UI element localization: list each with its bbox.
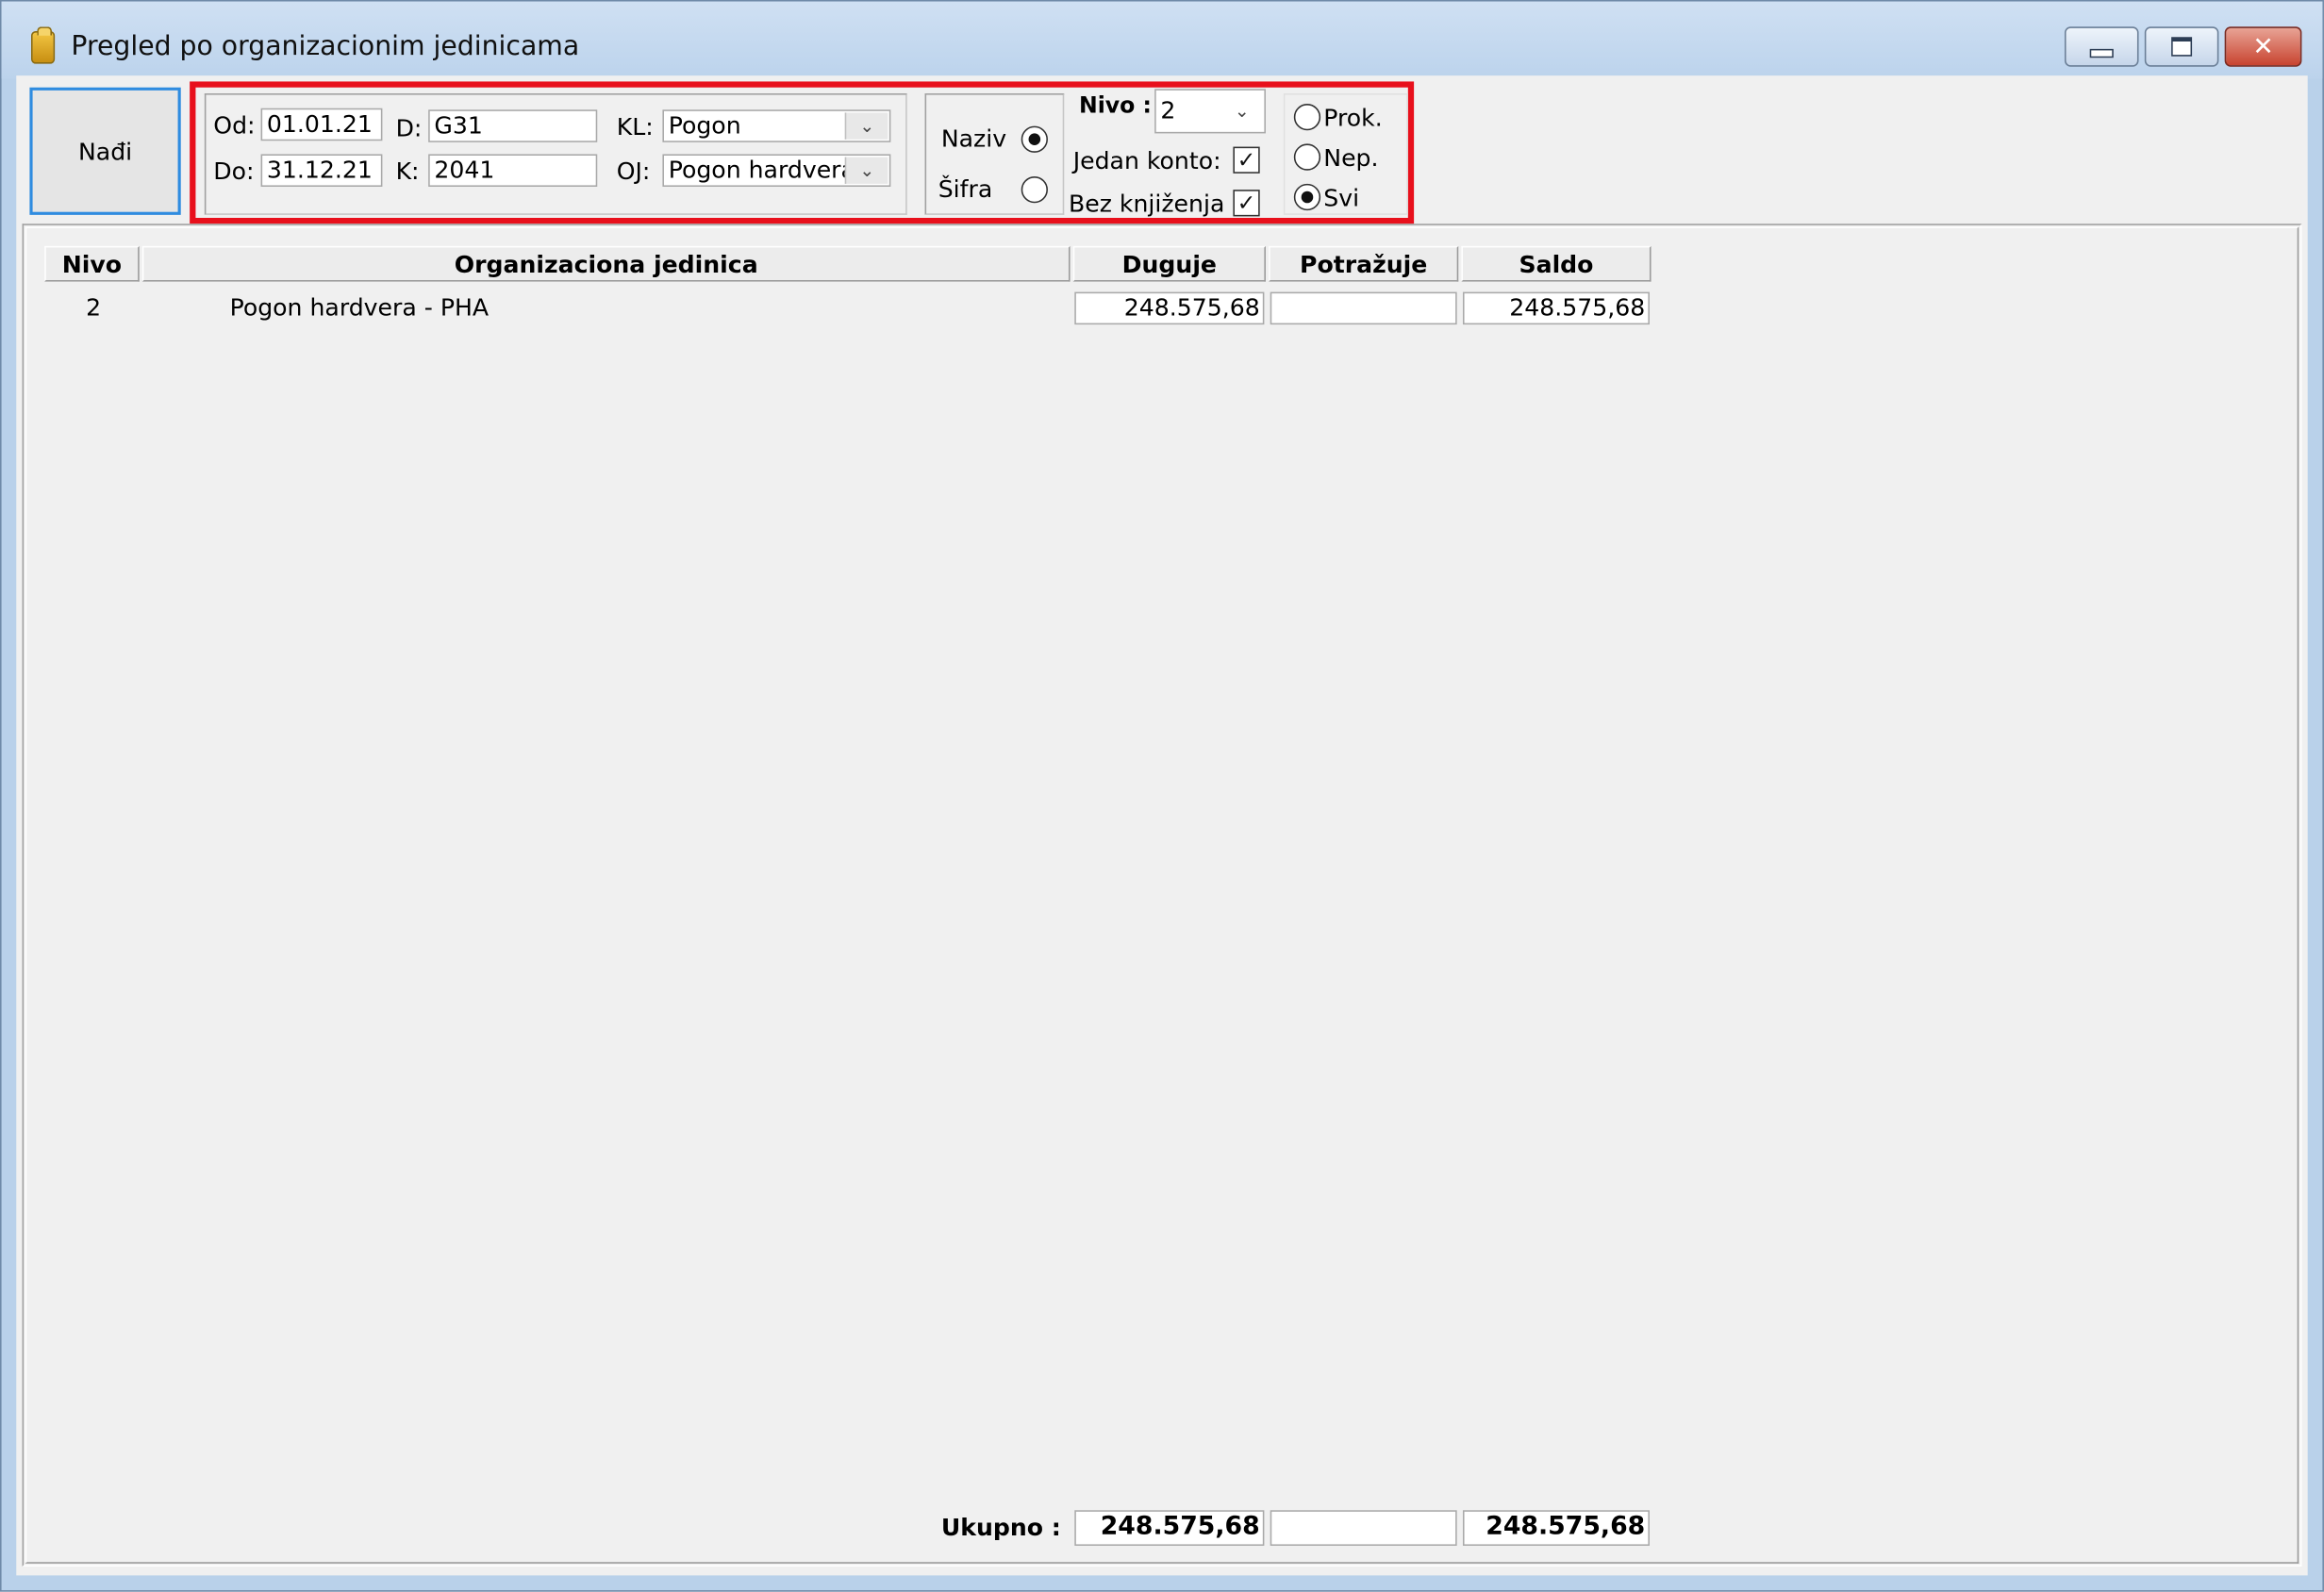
app-icon [30, 26, 56, 64]
client-area: Nađi Od: 01.01.21 Do: 31.12.21 D: G31 K:… [16, 75, 2308, 1576]
filter-highlight-frame: Od: 01.01.21 Do: 31.12.21 D: G31 K: 2041… [190, 81, 1415, 224]
column-header-jedinica[interactable]: Organizaciona jedinica [141, 245, 1071, 282]
results-grid: Nivo Organizaciona jedinica Duguje Potra… [22, 224, 2302, 1567]
window-title: Pregled po organizacionim jedinicama [71, 30, 580, 62]
oj-select-value: Pogon hardvera [668, 155, 855, 184]
maximize-icon [2171, 37, 2193, 57]
sifra-label: Šifra [938, 174, 993, 204]
row-nivo: 2 [86, 293, 102, 322]
oj-label: OJ: [616, 157, 651, 186]
row-potrazuje[interactable] [1270, 291, 1457, 325]
nivo-label: Nivo : [1078, 91, 1152, 119]
column-header-nivo[interactable]: Nivo [44, 245, 140, 282]
column-header-potrazuje[interactable]: Potražuje [1269, 245, 1459, 282]
status-group: Prok. Nep. Svi [1283, 92, 1408, 215]
minimize-button[interactable] [2064, 26, 2139, 67]
d-label: D: [395, 113, 423, 142]
column-header-saldo[interactable]: Saldo [1461, 245, 1652, 282]
d-account-input[interactable]: G31 [428, 109, 598, 142]
bez-knjizenja-label: Bez knjiženja [1068, 190, 1225, 218]
naziv-label: Naziv [940, 124, 1007, 153]
date-account-group: Od: 01.01.21 Do: 31.12.21 D: G31 K: 2041… [204, 92, 907, 215]
row-duguje[interactable]: 248.575,68 [1074, 291, 1265, 325]
bez-knjizenja-checkbox[interactable]: ✓ [1233, 190, 1260, 217]
chevron-down-icon[interactable]: ⌄ [844, 112, 888, 140]
totals-label: Ukupno : [940, 1513, 1061, 1542]
title-bar[interactable]: Pregled po organizacionim jedinicama ✕ [1, 1, 2323, 79]
kl-select-value: Pogon [668, 110, 741, 140]
chevron-down-icon[interactable]: ⌄ [1220, 97, 1263, 124]
close-button[interactable]: ✕ [2224, 26, 2302, 67]
minimize-icon [2089, 48, 2114, 58]
total-potrazuje [1270, 1510, 1457, 1546]
k-account-input[interactable]: 2041 [428, 154, 598, 187]
to-date-label: Do: [213, 157, 255, 186]
row-saldo[interactable]: 248.575,68 [1462, 291, 1650, 325]
total-duguje: 248.575,68 [1074, 1510, 1265, 1546]
app-window: Pregled po organizacionim jedinicama ✕ N… [0, 0, 2324, 1592]
chevron-down-icon[interactable]: ⌄ [844, 157, 888, 184]
nep-radio[interactable] [1293, 143, 1321, 171]
naziv-radio[interactable] [1021, 125, 1048, 153]
sifra-radio[interactable] [1021, 175, 1048, 204]
find-button[interactable]: Nađi [29, 87, 181, 215]
kl-label: KL: [616, 112, 654, 141]
kl-select[interactable]: Pogon ⌄ [662, 109, 891, 142]
from-date-input[interactable]: 01.01.21 [260, 108, 383, 141]
jedan-konto-label: Jedan konto: [1072, 146, 1221, 175]
to-date-input[interactable]: 31.12.21 [260, 154, 383, 187]
oj-select[interactable]: Pogon hardvera ⌄ [662, 154, 891, 187]
jedan-konto-checkbox[interactable]: ✓ [1233, 146, 1260, 174]
k-label: K: [395, 157, 420, 186]
total-saldo: 248.575,68 [1462, 1510, 1650, 1546]
nep-label: Nep. [1323, 143, 1379, 173]
from-date-label: Od: [213, 110, 256, 140]
column-header-duguje[interactable]: Duguje [1072, 245, 1266, 282]
maximize-button[interactable] [2144, 26, 2219, 67]
row-jedinica: Pogon hardvera - PHA [229, 293, 490, 322]
prok-radio[interactable] [1293, 103, 1321, 131]
display-by-group: Naziv Šifra [924, 92, 1065, 215]
nivo-select-value: 2 [1160, 96, 1176, 124]
svi-radio[interactable] [1293, 183, 1321, 211]
nivo-select[interactable]: 2 ⌄ [1154, 89, 1266, 134]
prok-label: Prok. [1323, 103, 1383, 132]
svi-label: Svi [1323, 183, 1360, 212]
close-icon: ✕ [2252, 31, 2274, 62]
